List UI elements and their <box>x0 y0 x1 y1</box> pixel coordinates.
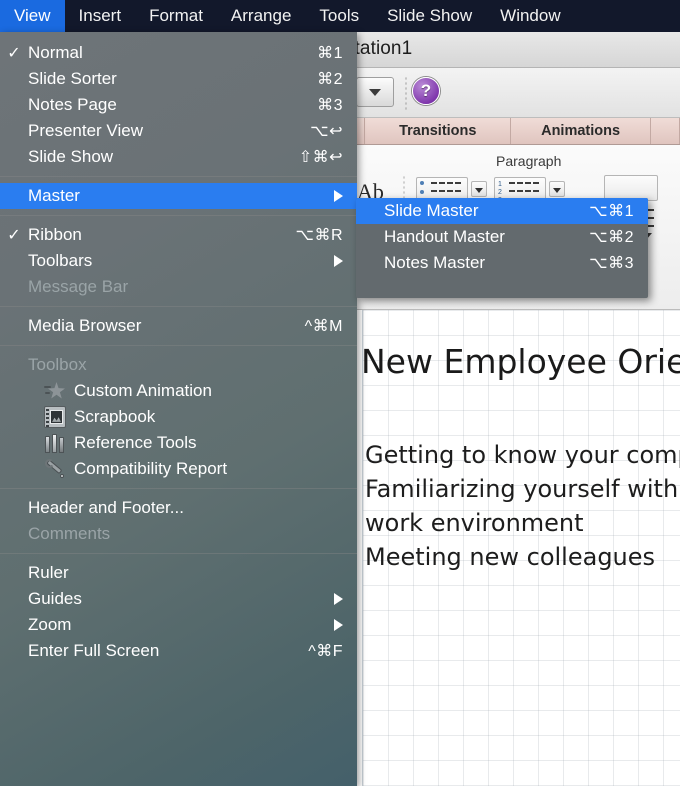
menubar-item-view[interactable]: View <box>0 0 65 32</box>
wrench-icon <box>44 458 66 480</box>
slide-bullet: Familiarizing yourself with the work env… <box>365 475 680 538</box>
menu-item-message-bar: Message Bar <box>28 277 129 296</box>
slide-canvas[interactable]: New Employee Orientation Getting to know… <box>362 310 680 786</box>
submenu-arrow-icon <box>334 190 343 202</box>
menu-item-presenter-view[interactable]: Presenter View ⌥↩ <box>0 118 357 144</box>
tab-transitions[interactable]: Transitions <box>365 118 512 144</box>
menubar-item-tools[interactable]: Tools <box>305 0 373 32</box>
submenu-item-notes-master[interactable]: Notes Master ⌥⌘3 <box>356 250 648 276</box>
menu-item-master[interactable]: Master <box>0 183 357 209</box>
screen: Presentation1 ? Transitions Animations P… <box>0 0 680 786</box>
menu-item-compatibility-report[interactable]: Compatibility Report <box>0 456 357 482</box>
menu-separator <box>0 488 357 489</box>
menu-item-slide-sorter[interactable]: Slide Sorter ⌘2 <box>0 66 357 92</box>
menu-item-reference-tools[interactable]: Reference Tools <box>0 430 357 456</box>
ribbon-group-label: Paragraph <box>496 153 562 169</box>
submenu-arrow-icon <box>334 255 343 267</box>
tab-animations[interactable]: Animations <box>511 118 651 144</box>
menu-item-enter-full-screen[interactable]: Enter Full Screen ^⌘F <box>0 638 357 664</box>
slide-body[interactable]: Getting to know your company Familiarizi… <box>365 438 680 574</box>
menu-item-media-browser[interactable]: Media Browser ^⌘M <box>0 313 357 339</box>
master-submenu: Slide Master ⌥⌘1 Handout Master ⌥⌘2 Note… <box>356 198 648 298</box>
menu-item-header-and-footer[interactable]: Header and Footer... <box>0 495 357 521</box>
menu-item-notes-page[interactable]: Notes Page ⌘3 <box>0 92 357 118</box>
menu-separator <box>0 176 357 177</box>
toolbar-dropdown-button[interactable] <box>356 77 394 107</box>
chevron-down-icon <box>369 89 381 96</box>
ribbon-tab-right-spacer <box>651 118 680 144</box>
menu-bar: View Insert Format Arrange Tools Slide S… <box>0 0 680 32</box>
menubar-item-slide-show[interactable]: Slide Show <box>373 0 486 32</box>
menu-item-comments: Comments <box>28 524 111 543</box>
menu-separator <box>0 553 357 554</box>
help-icon[interactable]: ? <box>412 77 440 105</box>
submenu-item-handout-master[interactable]: Handout Master ⌥⌘2 <box>356 224 648 250</box>
menu-item-ribbon[interactable]: ✓ Ribbon ⌥⌘R <box>0 222 357 248</box>
menubar-item-insert[interactable]: Insert <box>65 0 136 32</box>
menu-separator <box>0 215 357 216</box>
reference-tools-icon <box>44 432 66 454</box>
menubar-item-format[interactable]: Format <box>135 0 217 32</box>
bullets-dropdown[interactable] <box>471 181 487 197</box>
menubar-item-window[interactable]: Window <box>486 0 574 32</box>
bullet-list-icon <box>420 181 428 203</box>
menu-item-slide-show[interactable]: Slide Show ⇧⌘↩ <box>0 144 357 170</box>
menu-item-guides[interactable]: Guides <box>0 586 357 612</box>
view-dropdown-menu: ✓ Normal ⌘1 Slide Sorter ⌘2 Notes Page ⌘… <box>0 32 357 786</box>
menu-separator <box>0 306 357 307</box>
numbered-list-icon: 123 <box>498 181 502 204</box>
menu-item-ruler[interactable]: Ruler <box>0 560 357 586</box>
menu-section-toolbox: Toolbox <box>28 355 87 374</box>
submenu-arrow-icon <box>334 593 343 605</box>
scrapbook-icon <box>44 406 66 428</box>
menu-item-custom-animation[interactable]: Custom Animation <box>0 378 357 404</box>
menu-item-toolbars[interactable]: Toolbars <box>0 248 357 274</box>
numbering-dropdown[interactable] <box>549 181 565 197</box>
menu-separator <box>0 345 357 346</box>
toolbar-divider <box>405 76 407 110</box>
checkmark-icon: ✓ <box>7 45 21 62</box>
star-icon <box>44 380 66 402</box>
slide-bullet: Getting to know your company <box>365 441 680 469</box>
menu-item-zoom[interactable]: Zoom <box>0 612 357 638</box>
submenu-arrow-icon <box>334 619 343 631</box>
menubar-item-arrange[interactable]: Arrange <box>217 0 305 32</box>
slide-bullet: Meeting new colleagues <box>365 543 656 572</box>
menu-item-scrapbook[interactable]: Scrapbook <box>0 404 357 430</box>
submenu-item-slide-master[interactable]: Slide Master ⌥⌘1 <box>356 198 648 224</box>
slide-title[interactable]: New Employee Orientation <box>363 342 680 381</box>
menu-item-normal[interactable]: ✓ Normal ⌘1 <box>0 40 357 66</box>
checkmark-icon: ✓ <box>7 227 21 244</box>
